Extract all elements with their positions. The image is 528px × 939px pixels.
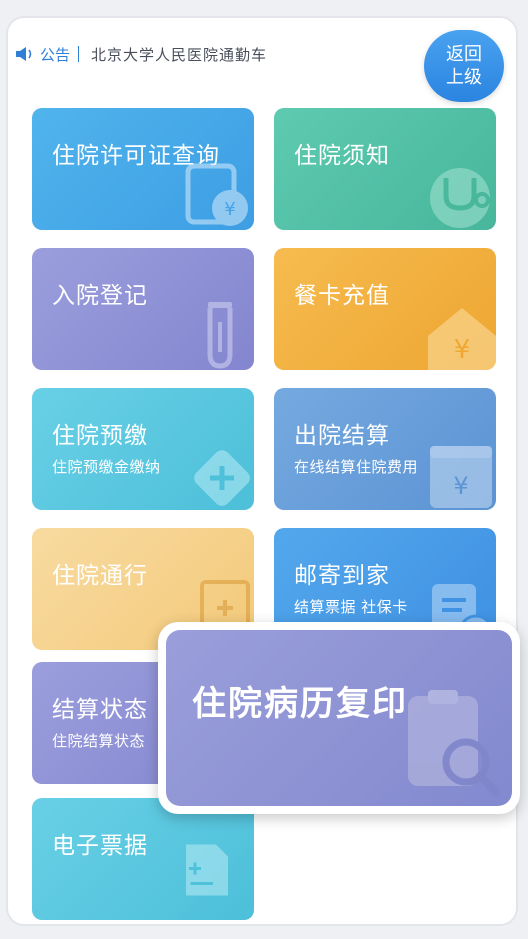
test-tube-icon — [207, 302, 233, 369]
stethoscope-icon — [430, 168, 490, 228]
calculator-yuan-icon: ¥ — [430, 446, 492, 508]
tile-meal-card-recharge[interactable]: 餐卡充值 ¥ — [274, 248, 496, 370]
svg-text:¥: ¥ — [454, 335, 471, 365]
tile-subtitle: 在线结算住院费用 — [294, 458, 419, 476]
popup-medical-record-copy[interactable]: 住院病历复印 — [158, 622, 520, 814]
plus-diamond-icon — [194, 450, 250, 506]
tile-title: 邮寄到家 — [294, 563, 390, 589]
back-button[interactable]: 返回 上级 — [424, 30, 504, 102]
tile-subtitle: 结算票据 社保卡 — [294, 598, 408, 616]
tile-admission-registration[interactable]: 入院登记 — [32, 248, 254, 370]
svg-text:¥: ¥ — [224, 199, 235, 220]
receipt-icon — [186, 844, 228, 896]
tile-discharge-settlement[interactable]: 出院结算 在线结算住院费用 ¥ — [274, 388, 496, 510]
tile-title: 餐卡充值 — [294, 283, 390, 309]
tile-electronic-receipt[interactable]: 电子票据 — [32, 798, 254, 920]
clipboard-search-icon — [408, 690, 500, 796]
tile-subtitle: 住院预缴金缴纳 — [52, 458, 161, 476]
popup-card: 住院病历复印 — [166, 630, 512, 806]
notice-divider — [78, 46, 80, 62]
tile-hospital-permit-query[interactable]: 住院许可证查询 ¥ — [32, 108, 254, 230]
tile-title: 入院登记 — [52, 283, 148, 309]
tile-title: 出院结算 — [294, 423, 390, 449]
tile-hospital-prepayment[interactable]: 住院预缴 住院预缴金缴纳 — [32, 388, 254, 510]
tile-subtitle: 住院结算状态 — [52, 732, 146, 750]
document-yuan-icon: ¥ — [185, 163, 248, 226]
house-yuan-icon: ¥ — [428, 308, 496, 370]
notice-text[interactable]: 北京大学人民医院通勤车 — [91, 44, 267, 65]
speaker-icon — [16, 47, 32, 61]
tile-title: 住院预缴 — [52, 423, 148, 449]
tile-title: 住院通行 — [52, 563, 148, 589]
notice-bar[interactable]: 公告 北京大学人民医院通勤车 — [14, 40, 267, 68]
popup-title: 住院病历复印 — [192, 684, 408, 724]
back-button-line1: 返回 — [446, 44, 482, 65]
tile-title: 住院须知 — [294, 143, 390, 169]
tile-admission-notice[interactable]: 住院须知 — [274, 108, 496, 230]
tile-title: 结算状态 — [52, 697, 148, 723]
notice-label: 公告 — [40, 45, 71, 64]
svg-text:¥: ¥ — [453, 472, 468, 500]
back-button-line2: 上级 — [446, 67, 482, 88]
tile-title: 电子票据 — [52, 833, 148, 859]
